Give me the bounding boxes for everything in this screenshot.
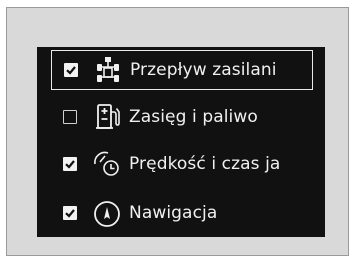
menu-item-range-fuel[interactable]: Zasięg i paliwo xyxy=(51,97,313,137)
unchecked-checkbox-icon[interactable] xyxy=(63,110,77,124)
menu-item-label: Przepływ zasilani xyxy=(130,60,277,80)
figure-frame: Przepływ zasilani Zasięg i paliwo Prędko… xyxy=(6,7,349,256)
menu-item-power-flow[interactable]: Przepływ zasilani xyxy=(51,50,313,90)
menu-item-label: Zasięg i paliwo xyxy=(129,107,258,127)
checked-checkbox-icon[interactable] xyxy=(63,157,77,171)
menu-item-label: Nawigacja xyxy=(129,203,218,223)
navigation-icon xyxy=(91,197,123,229)
power-flow-icon xyxy=(92,54,124,86)
fuel-pump-icon xyxy=(91,101,123,133)
menu-item-navigation[interactable]: Nawigacja xyxy=(51,193,313,233)
menu-item-label: Prędkość i czas ja xyxy=(129,154,281,174)
checked-checkbox-icon[interactable] xyxy=(63,206,77,220)
speed-time-icon xyxy=(91,148,123,180)
checked-checkbox-icon[interactable] xyxy=(64,63,78,77)
menu-item-speed-time[interactable]: Prędkość i czas ja xyxy=(51,144,313,184)
display-screen: Przepływ zasilani Zasięg i paliwo Prędko… xyxy=(37,47,325,237)
